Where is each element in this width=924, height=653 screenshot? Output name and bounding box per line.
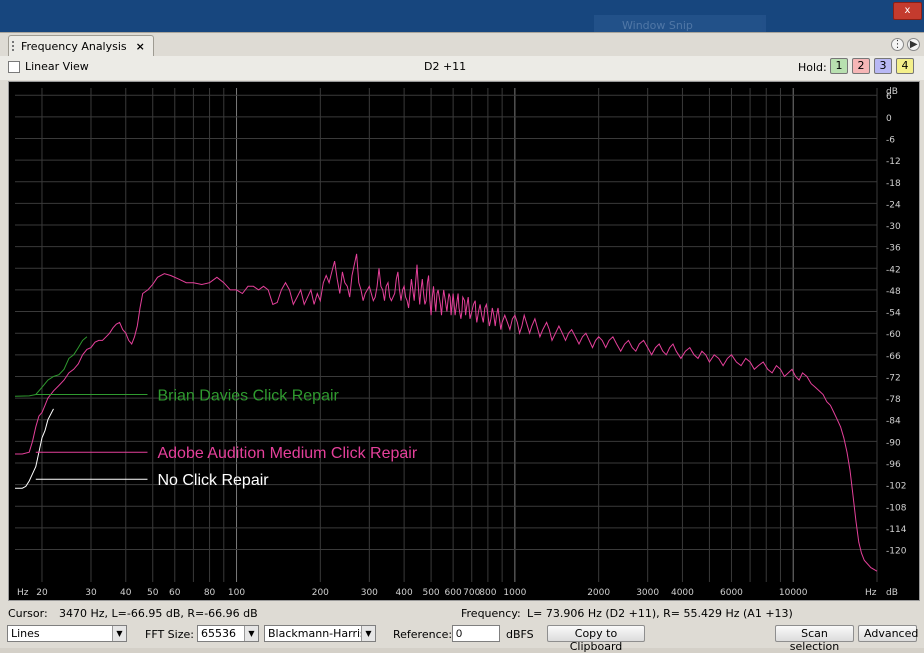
x-tick-label: 50 — [147, 588, 159, 598]
spectrum-plot[interactable]: 6 0 -6 -12 -18 -24 -30 -36 -42 -48 -54 -60 -66 -72 -78… — [8, 81, 920, 601]
x-tick-label: 40 — [120, 588, 132, 598]
tab-close-icon[interactable]: × — [136, 40, 145, 53]
x-tick-label: 600 — [445, 588, 462, 598]
chevron-down-icon[interactable]: ▼ — [361, 626, 375, 641]
chevron-down-icon[interactable]: ▼ — [112, 626, 126, 641]
reference-label: Reference: — [393, 628, 453, 641]
fft-size-value: 65536 — [201, 627, 236, 640]
advanced-button[interactable]: Advanced — [858, 625, 918, 642]
y-tick-label: -120 — [886, 547, 907, 557]
cursor-label: Cursor: — [8, 607, 48, 620]
x-tick-label: 1000 — [503, 588, 526, 598]
y-tick-label: -30 — [886, 222, 901, 232]
play-icon[interactable]: ▶ — [907, 38, 921, 51]
y-tick-label: -36 — [886, 244, 901, 254]
hold-button-2[interactable]: 2 — [852, 58, 870, 74]
linear-view-checkbox[interactable] — [8, 61, 20, 73]
y-tick-label: -6 — [886, 135, 895, 145]
x-tick-label: 80 — [204, 588, 216, 598]
frequency-readout: L= 73.906 Hz (D2 +11), R= 55.429 Hz (A1 … — [527, 607, 793, 620]
y-tick-label: -48 — [886, 287, 901, 297]
x-unit-label-left: Hz — [17, 588, 29, 598]
fft-size-select[interactable]: 65536 ▼ — [197, 625, 259, 642]
chevron-down-icon[interactable]: ▼ — [244, 626, 258, 641]
y-unit-label-bottom: dB — [886, 588, 898, 598]
x-tick-label: 3000 — [636, 588, 659, 598]
y-tick-label: -24 — [886, 200, 901, 210]
y-tick-label: -108 — [886, 503, 907, 513]
y-tick-label: -66 — [886, 352, 901, 362]
bottom-toolbar: Lines ▼ FFT Size: 65536 ▼ Blackmann-Harr… — [0, 623, 924, 653]
frequency-analysis-panel: Frequency Analysis × ⋮ ▶ Linear View D2 +… — [0, 32, 924, 653]
x-tick-label: 10000 — [779, 588, 808, 598]
cursor-readout: 3470 Hz, L=-66.95 dB, R=-66.96 dB — [59, 607, 258, 620]
hold-button-3[interactable]: 3 — [874, 58, 892, 74]
options-row: Linear View D2 +11 Hold: 1 2 3 4 — [0, 56, 924, 80]
y-tick-label: -84 — [886, 417, 901, 427]
tab-title: Frequency Analysis — [21, 40, 127, 53]
y-tick-label: -96 — [886, 460, 901, 470]
series-label-0: Brian Davies Click Repair — [157, 387, 339, 404]
display-mode-value: Lines — [11, 627, 40, 640]
series-label-2: No Click Repair — [157, 472, 269, 489]
linear-view-label: Linear View — [25, 60, 89, 73]
tab-frequency-analysis[interactable]: Frequency Analysis × — [8, 35, 154, 56]
y-tick-label: -54 — [886, 309, 901, 319]
y-tick-label: -42 — [886, 265, 901, 275]
x-tick-label: 800 — [479, 588, 496, 598]
window-function-value: Blackmann-Harris — [268, 627, 366, 640]
hold-button-1[interactable]: 1 — [830, 58, 848, 74]
x-tick-label: 200 — [312, 588, 329, 598]
y-tick-label: -114 — [886, 525, 907, 535]
x-tick-label: 100 — [228, 588, 245, 598]
y-tick-label: -18 — [886, 179, 901, 189]
x-tick-label: 500 — [422, 588, 439, 598]
x-tick-label: 400 — [396, 588, 413, 598]
x-tick-label: 700 — [463, 588, 480, 598]
x-tick-label: 4000 — [671, 588, 694, 598]
y-tick-label: -90 — [886, 438, 901, 448]
frequency-label: Frequency: — [461, 607, 521, 620]
series-label-1: Adobe Audition Medium Click Repair — [157, 445, 417, 462]
note-readout: D2 +11 — [424, 60, 467, 73]
hold-button-4[interactable]: 4 — [896, 58, 914, 74]
close-button[interactable]: x — [893, 2, 922, 20]
reference-unit: dBFS — [506, 628, 534, 641]
x-tick-label: 300 — [361, 588, 378, 598]
y-tick-label: -78 — [886, 395, 901, 405]
window-function-select[interactable]: Blackmann-Harris ▼ — [264, 625, 376, 642]
x-unit-label-right: Hz — [865, 588, 877, 598]
copy-to-clipboard-button[interactable]: Copy to Clipboard — [547, 625, 645, 653]
scan-selection-button[interactable]: Scan selection — [775, 625, 854, 653]
x-tick-label: 2000 — [587, 588, 610, 598]
y-tick-label: -12 — [886, 157, 901, 167]
reference-input[interactable] — [452, 625, 500, 642]
x-tick-label: 6000 — [720, 588, 743, 598]
window-titlebar: Window Snip x — [0, 0, 924, 37]
y-unit-label-top: dB — [886, 87, 898, 97]
hold-label: Hold: — [798, 61, 827, 74]
y-tick-label: 0 — [886, 114, 892, 124]
y-tick-label: -60 — [886, 330, 901, 340]
x-tick-label: 60 — [169, 588, 181, 598]
spectrum-chart[interactable]: 60 -6 -12 -18 -24 -30 -36 -42 -48 -54 -60 -66 -72 -78… — [9, 82, 919, 600]
y-tick-label: -72 — [886, 373, 901, 383]
panel-menu-icon[interactable]: ⋮ — [891, 38, 904, 51]
x-tick-label: 20 — [36, 588, 48, 598]
panel-menu[interactable]: ⋮ ▶ — [891, 38, 921, 52]
y-tick-label: -102 — [886, 482, 906, 492]
display-mode-select[interactable]: Lines ▼ — [7, 625, 127, 642]
fft-size-label: FFT Size: — [145, 628, 194, 641]
x-tick-label: 30 — [85, 588, 97, 598]
drag-grip-icon[interactable] — [12, 41, 16, 51]
status-bar: Cursor: 3470 Hz, L=-66.95 dB, R=-66.96 d… — [0, 603, 924, 623]
